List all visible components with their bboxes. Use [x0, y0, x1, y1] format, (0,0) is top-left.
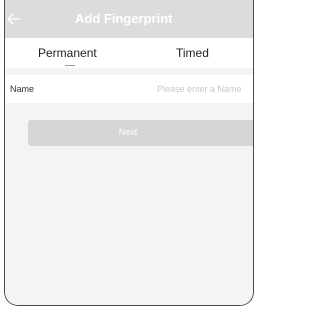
page-title: Add Fingerprint	[75, 11, 173, 26]
arrow-left-icon[interactable]	[6, 11, 22, 27]
active-tab-indicator	[65, 65, 75, 66]
name-field-row: Name	[5, 75, 253, 103]
tab-bar: Permanent Timed	[5, 38, 253, 68]
section-divider	[5, 68, 253, 75]
next-button[interactable]: Next	[28, 120, 253, 146]
phone-frame: Add Fingerprint Permanent Timed Name Nex…	[4, 0, 254, 306]
name-label: Name	[10, 84, 35, 94]
next-button-label: Next	[118, 127, 138, 137]
content-area: Next	[5, 103, 253, 305]
name-input[interactable]	[115, 79, 253, 99]
tab-timed[interactable]: Timed	[176, 46, 209, 60]
tab-permanent[interactable]: Permanent	[38, 46, 97, 60]
app-header: Add Fingerprint	[5, 0, 253, 38]
